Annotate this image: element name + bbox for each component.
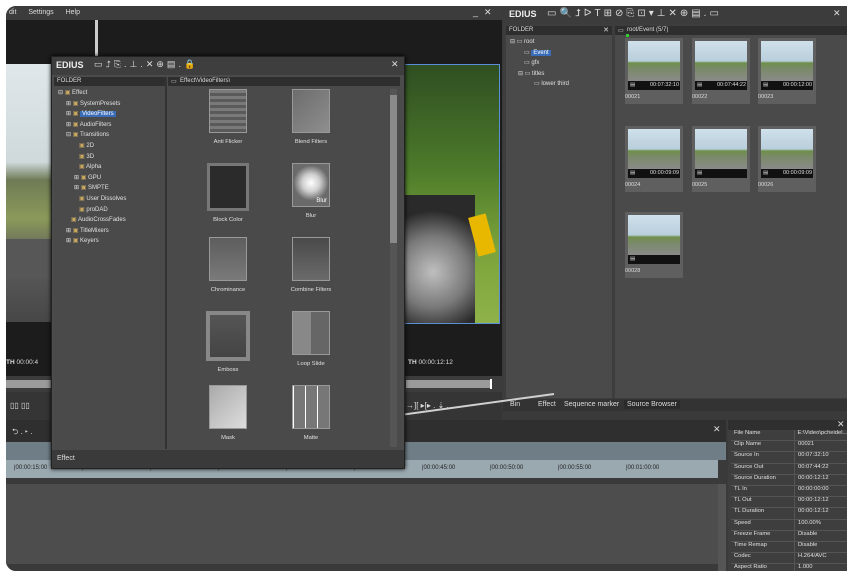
tree-item-gpu[interactable]: ⊞ ▣ GPU xyxy=(58,174,162,185)
effect-icon xyxy=(207,163,249,211)
effect-icon xyxy=(206,311,250,361)
effect-toolbar: EDIUS ▭⮥⎘.⊥.✕⊕▤.🔒 ✕ xyxy=(52,57,404,75)
effect-toolbar-icons[interactable]: ▭⮥⎘.⊥.✕⊕▤.🔒 xyxy=(94,59,198,70)
tree-item-label: SystemPresets xyxy=(80,100,121,107)
effect-item-blend-filters[interactable]: Blend Filters xyxy=(276,89,346,145)
effect-icon xyxy=(292,311,330,355)
effect-item-block-color[interactable]: Block Color xyxy=(193,163,263,223)
tree-item-label: Transitions xyxy=(79,132,110,139)
effect-folder-pane: FOLDER ⊟ ▣ Effect ⊞ ▣ SystemPresets ⊞ ▣ Vi… xyxy=(54,77,167,449)
tree-item-prodad[interactable]: ▣ proDAD xyxy=(58,206,162,217)
tree-item-audiofilters[interactable]: ⊞ ▣ AudioFilters xyxy=(58,121,162,132)
effect-item-label: Anti Flicker xyxy=(213,139,243,145)
tree-item-transitions[interactable]: ⊟ ▣ Transitions xyxy=(58,131,162,142)
tree-item-videofilters[interactable]: ⊞ ▣ VideoFilters xyxy=(58,110,162,121)
effect-items-pane: ▭ Effect\VideoFilters\ Anti Flicker Blend… xyxy=(168,77,400,449)
effect-icon xyxy=(292,237,330,281)
effect-path-label: Effect\VideoFilters\ xyxy=(180,78,231,84)
tree-item-label: SMPTE xyxy=(88,185,109,192)
edius-logo: EDIUS xyxy=(56,60,84,70)
effect-item-label: Chrominance xyxy=(210,287,246,293)
folder-header-label: FOLDER xyxy=(57,78,82,84)
tree-item-alpha[interactable]: ▣ Alpha xyxy=(58,163,162,174)
effect-item-label: Emboss xyxy=(217,367,239,373)
effect-item-label: Matte xyxy=(303,435,319,441)
tree-item-smpte[interactable]: ⊞ ▣ SMPTE xyxy=(58,184,162,195)
effect-item-mask[interactable]: Mask xyxy=(193,385,263,441)
effect-icon xyxy=(292,89,330,133)
effect-icon xyxy=(209,385,247,429)
tree-item-user-dissolves[interactable]: ▣ User Dissolves xyxy=(58,195,162,206)
effect-item-label: Block Color xyxy=(213,217,243,223)
close-icon[interactable]: ✕ xyxy=(391,59,399,70)
effect-item-anti-flicker[interactable]: Anti Flicker xyxy=(193,89,263,145)
folder-icon: ▭ xyxy=(171,79,177,85)
tree-item-2d[interactable]: ▣ 2D xyxy=(58,142,162,153)
effect-icon xyxy=(209,237,247,281)
blur-icon-text: Blur xyxy=(316,198,327,204)
effect-item-blur[interactable]: Blur Blur xyxy=(276,163,346,219)
tree-item-label: AudioFilters xyxy=(79,121,112,128)
effect-item-label: Combine Filters xyxy=(290,287,332,293)
effect-status-label: Effect xyxy=(57,455,75,462)
effect-item-label: Loop Slide xyxy=(297,361,325,367)
effect-icon: Blur xyxy=(292,163,330,207)
tree-item-label: GPU xyxy=(88,174,102,181)
tree-item-titlemixers[interactable]: ⊞ ▣ TitleMixers xyxy=(58,227,162,238)
effect-icon xyxy=(292,385,330,429)
effect-folder-tree: ⊟ ▣ Effect ⊞ ▣ SystemPresets ⊞ ▣ VideoFilt… xyxy=(58,89,162,248)
tree-item-systempresets[interactable]: ⊞ ▣ SystemPresets xyxy=(58,100,162,111)
effect-icon xyxy=(209,89,247,133)
tree-item-effect[interactable]: ⊟ ▣ Effect xyxy=(58,89,162,100)
tree-item-label: Alpha xyxy=(86,164,102,171)
tree-item-label: VideoFilters xyxy=(80,111,116,118)
effect-item-loop-slide[interactable]: Loop Slide xyxy=(276,311,346,367)
effect-window: EDIUS ▭⮥⎘.⊥.✕⊕▤.🔒 ✕ FOLDER ⊟ ▣ Effect ⊞ ▣… xyxy=(51,56,405,469)
effect-scrollbar[interactable] xyxy=(390,89,397,447)
effect-item-label: Mask xyxy=(221,435,235,441)
tree-item-label: 3D xyxy=(86,153,95,160)
tree-item-label: Effect xyxy=(72,90,88,96)
tree-item-label: User Dissolves xyxy=(86,195,127,202)
tree-item-label: TitleMixers xyxy=(79,227,109,234)
tree-item-audiocrossfades[interactable]: ▣ AudioCrossFades xyxy=(58,216,162,227)
tree-item-keyers[interactable]: ⊞ ▣ Keyers xyxy=(58,237,162,248)
effect-item-chrominance[interactable]: Chrominance xyxy=(193,237,263,293)
effect-item-matte[interactable]: Matte xyxy=(276,385,346,441)
scrollbar-thumb[interactable] xyxy=(390,95,397,243)
effect-statusbar: Effect xyxy=(52,450,404,468)
tree-item-label: 2D xyxy=(86,142,95,149)
effect-item-emboss[interactable]: Emboss xyxy=(193,311,263,373)
effect-item-label: Blend Filters xyxy=(294,139,328,145)
tree-item-3d[interactable]: ▣ 3D xyxy=(58,153,162,164)
tree-item-label: AudioCrossFades xyxy=(78,217,126,224)
folder-header: FOLDER xyxy=(54,77,165,86)
effect-path-header: ▭ Effect\VideoFilters\ xyxy=(168,77,400,86)
effect-item-combine-filters[interactable]: Combine Filters xyxy=(276,237,346,293)
effect-item-label: Blur xyxy=(305,213,317,219)
tree-item-label: Keyers xyxy=(80,238,99,245)
tree-item-label: proDAD xyxy=(86,206,108,213)
